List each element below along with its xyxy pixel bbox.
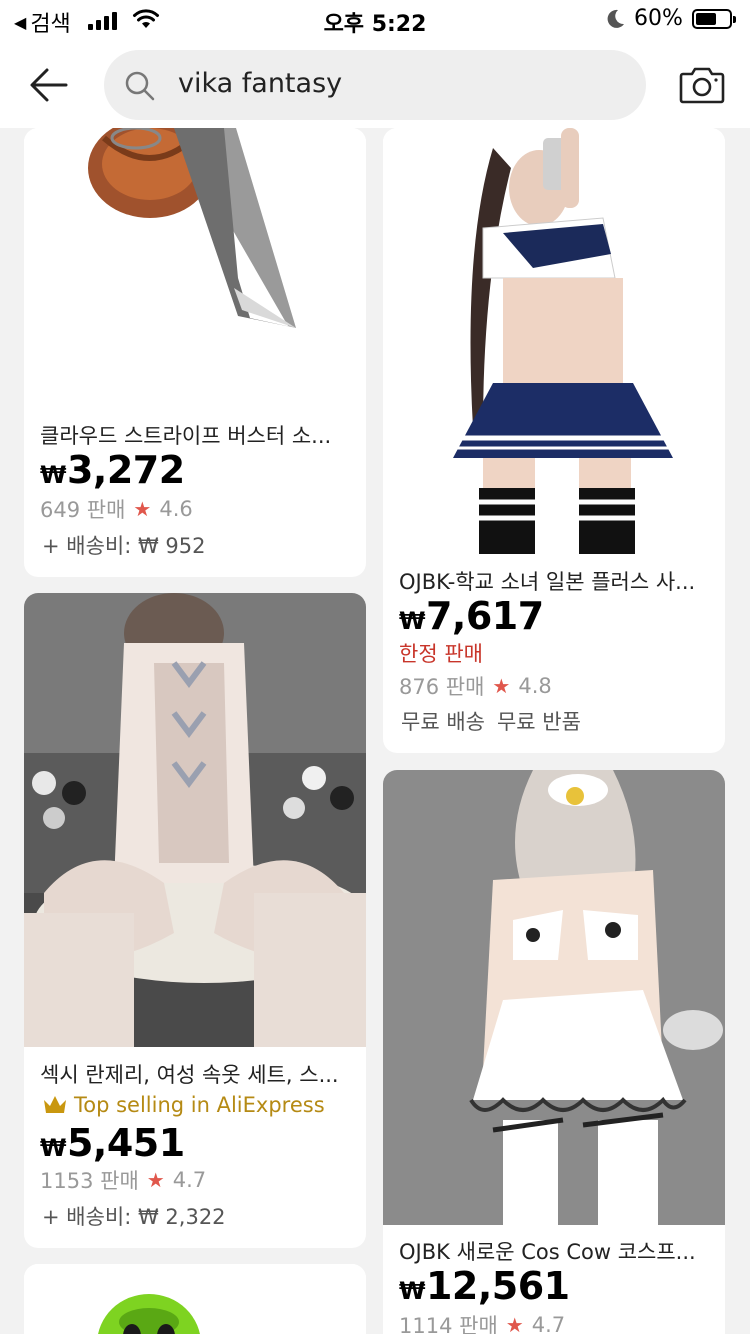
product-card[interactable] [24, 1264, 366, 1334]
battery-percent: 60% [634, 6, 683, 31]
sold-count: 1114 판매 [399, 1314, 498, 1334]
free-return-label: 무료 반품 [496, 710, 581, 734]
search-icon [125, 71, 155, 101]
price-value: 7,617 [425, 594, 544, 638]
sold-count: 649 판매 [40, 498, 126, 522]
image-search-button[interactable] [676, 60, 728, 110]
product-card[interactable]: OJBK-학교 소녀 일본 플러스 사... ₩7,617 한정 판매 876 … [383, 128, 725, 753]
product-image [24, 128, 366, 410]
search-query[interactable]: vika fantasy [178, 68, 342, 99]
product-card[interactable]: OJBK 새로운 Cos Cow 코스프... ₩12,561 1114 판매 … [383, 770, 725, 1334]
free-shipping-label: 무료 배송 [401, 710, 485, 734]
rating-value: 4.7 [531, 1313, 566, 1334]
price-value: 12,561 [425, 1264, 570, 1308]
crown-icon [44, 1096, 66, 1113]
rating-value: 4.6 [159, 497, 193, 521]
product-card[interactable]: 클라우드 스트라이프 버스터 소... ₩3,272 649 판매 ★ 4.6 … [24, 128, 366, 577]
star-icon: ★ [146, 1168, 165, 1192]
product-title: 섹시 란제리, 여성 속옷 세트, 스... [40, 1063, 339, 1087]
currency-symbol: ₩ [399, 1277, 425, 1305]
rating-value: 4.7 [172, 1168, 207, 1192]
product-image [383, 128, 725, 554]
star-icon: ★ [133, 497, 152, 521]
sold-count: 876 판매 [399, 675, 485, 699]
product-image [383, 770, 725, 1225]
rating-value: 4.8 [518, 674, 552, 698]
camera-icon [679, 67, 725, 104]
product-stats: 1153 판매 ★ 4.7 [40, 1165, 206, 1195]
top-selling-label: Top selling in AliExpress [74, 1093, 325, 1117]
product-image [24, 1264, 366, 1334]
product-stats: 1114 판매 ★ 4.7 [399, 1310, 565, 1334]
moon-icon [607, 9, 624, 28]
product-price: ₩3,272 [40, 448, 185, 492]
product-price: ₩12,561 [399, 1264, 570, 1308]
battery-icon [692, 9, 736, 29]
product-title: 클라우드 스트라이프 버스터 소... [40, 424, 332, 448]
product-image [24, 593, 366, 1047]
arrow-left-icon [30, 68, 68, 102]
free-services: 무료 배송 무료 반품 [401, 706, 581, 736]
currency-symbol: ₩ [40, 461, 66, 489]
shipping-fee: + 배송비: ₩ 952 [42, 534, 206, 558]
currency-symbol: ₩ [399, 607, 425, 635]
product-card[interactable]: 섹시 란제리, 여성 속옷 세트, 스... Top selling in Al… [24, 593, 366, 1248]
price-value: 5,451 [66, 1121, 185, 1165]
product-price: ₩5,451 [40, 1121, 185, 1165]
product-title: OJBK 새로운 Cos Cow 코스프... [399, 1240, 696, 1264]
sold-count: 1153 판매 [40, 1169, 139, 1193]
price-value: 3,272 [66, 448, 185, 492]
search-input[interactable]: vika fantasy [104, 50, 646, 120]
product-stats: 649 판매 ★ 4.6 [40, 494, 193, 524]
product-title: OJBK-학교 소녀 일본 플러스 사... [399, 570, 696, 594]
product-price: ₩7,617 [399, 594, 544, 638]
status-bar: ◀ 검색 오후 5:22 60% [0, 0, 750, 40]
top-selling-badge: Top selling in AliExpress [42, 1093, 325, 1117]
shipping-fee: + 배송비: ₩ 2,322 [42, 1205, 226, 1229]
currency-symbol: ₩ [40, 1134, 66, 1162]
limited-sale-badge: 한정 판매 [399, 642, 483, 666]
product-stats: 876 판매 ★ 4.8 [399, 671, 552, 701]
star-icon: ★ [505, 1313, 524, 1334]
star-icon: ★ [492, 674, 511, 698]
search-header: vika fantasy [0, 40, 750, 128]
back-button[interactable] [24, 60, 74, 110]
